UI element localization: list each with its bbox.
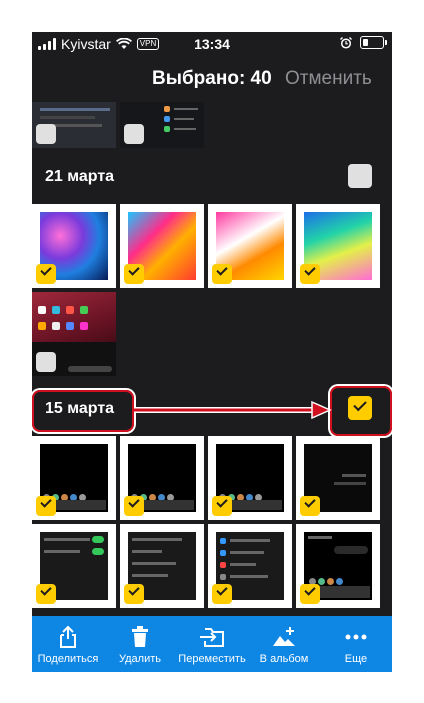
selection-header: Выбрано: 40 Отменить xyxy=(32,56,392,102)
phone-screen: Kyivstar VPN 13:34 Выбрано: 40 Отменить … xyxy=(32,32,392,672)
select-checkbox[interactable] xyxy=(36,352,56,372)
select-checkbox[interactable] xyxy=(124,584,144,604)
selected-count-title: Выбрано: 40 xyxy=(152,68,272,89)
move-folder-icon xyxy=(199,622,225,652)
photo-tile[interactable] xyxy=(120,524,204,608)
select-checkbox[interactable] xyxy=(212,264,232,284)
photo-tile[interactable] xyxy=(32,292,116,376)
select-all-highlight xyxy=(330,386,392,436)
photo-tile[interactable] xyxy=(32,524,116,608)
move-button[interactable]: Переместить xyxy=(176,616,248,672)
battery-icon xyxy=(360,36,387,49)
select-checkbox[interactable] xyxy=(36,124,56,144)
select-checkbox[interactable] xyxy=(36,496,56,516)
photo-tile[interactable] xyxy=(120,102,204,148)
photo-tile[interactable] xyxy=(32,204,116,288)
add-to-album-label: В альбом xyxy=(259,653,309,665)
section-date-label: 21 марта xyxy=(45,168,115,185)
date-label-highlight xyxy=(32,390,134,432)
select-checkbox[interactable] xyxy=(36,264,56,284)
more-button[interactable]: Еще xyxy=(320,616,392,672)
photo-tile[interactable] xyxy=(208,524,292,608)
photo-tile[interactable] xyxy=(120,204,204,288)
share-label: Поделиться xyxy=(37,653,99,665)
photo-tile[interactable] xyxy=(296,204,380,288)
cancel-button[interactable]: Отменить xyxy=(285,68,372,90)
select-checkbox[interactable] xyxy=(300,584,320,604)
delete-button[interactable]: Удалить xyxy=(104,616,176,672)
share-icon xyxy=(58,622,78,652)
photo-tile[interactable] xyxy=(120,436,204,520)
photo-tile[interactable] xyxy=(208,204,292,288)
select-checkbox[interactable] xyxy=(124,264,144,284)
photo-tile[interactable] xyxy=(32,102,116,148)
select-checkbox[interactable] xyxy=(300,264,320,284)
select-checkbox[interactable] xyxy=(124,496,144,516)
delete-label: Удалить xyxy=(119,653,161,665)
bottom-toolbar: Поделиться Удалить Переместить В альбом … xyxy=(32,616,392,672)
share-button[interactable]: Поделиться xyxy=(32,616,104,672)
select-checkbox[interactable] xyxy=(212,496,232,516)
photo-tile[interactable] xyxy=(32,436,116,520)
alarm-icon xyxy=(340,36,352,49)
status-bar: Kyivstar VPN 13:34 xyxy=(32,32,392,56)
more-icon xyxy=(345,622,367,652)
add-to-album-icon xyxy=(271,622,297,652)
trash-icon xyxy=(130,622,150,652)
select-checkbox[interactable] xyxy=(124,124,144,144)
move-label: Переместить xyxy=(178,653,246,665)
photo-tile[interactable] xyxy=(296,436,380,520)
date-section-header: 21 марта xyxy=(32,156,392,200)
more-label: Еще xyxy=(344,653,368,665)
annotation-arrow-icon xyxy=(134,400,332,420)
clock: 13:34 xyxy=(194,36,230,52)
select-checkbox[interactable] xyxy=(212,584,232,604)
photo-tile[interactable] xyxy=(296,524,380,608)
select-checkbox[interactable] xyxy=(300,496,320,516)
add-to-album-button[interactable]: В альбом xyxy=(248,616,320,672)
select-all-checkbox[interactable] xyxy=(348,164,372,188)
select-checkbox[interactable] xyxy=(36,584,56,604)
photo-tile[interactable] xyxy=(208,436,292,520)
